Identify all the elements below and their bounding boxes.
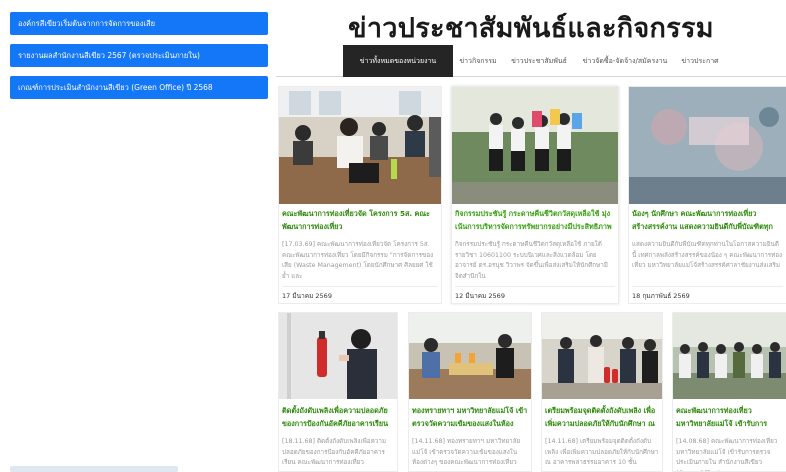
news-card-divider xyxy=(632,286,783,287)
news-card-divider xyxy=(455,286,615,287)
news-card-date: 18 กุมภาพันธ์ 2569 xyxy=(632,292,690,300)
news-card-excerpt: [14.11.68] เตรียมพร้อมจุดติดตั้งถังดับเพ… xyxy=(545,438,659,466)
tab-announcement-news[interactable]: ข่าวประกาศ xyxy=(675,45,725,77)
news-card-photo[interactable] xyxy=(673,313,786,399)
news-card-title[interactable]: คณะพัฒนาการท่องเที่ยวจัด โครงการ 5ส. คณะ… xyxy=(282,208,438,234)
sidebar-link-green-office-report-2567[interactable]: รายงานผลสำนักงานสีเขียว 2567 (ตรวจประเมิ… xyxy=(10,44,268,67)
news-card[interactable]: คณะพัฒนาการท่องเที่ยว มหาวิทยาลัยแม่โจ้ … xyxy=(672,312,786,472)
tab-pr-news[interactable]: ข่าวประชาสัมพันธ์ xyxy=(503,45,575,77)
sidebar-link-waste-management[interactable]: องค์กรสีเขียวเริ่มต้นจากการจัดการของเสีย xyxy=(10,12,268,35)
news-card-title[interactable]: เตรียมพร้อมจุดติดตั้งถังดับเพลิง เพื่อเพ… xyxy=(545,405,659,431)
news-card-excerpt: แสดงความยินดีกับพี่บัณฑิตทุกท่านในโอกาสค… xyxy=(632,241,783,269)
news-card-photo[interactable] xyxy=(279,87,441,204)
news-card[interactable]: ติดตั้งถังดับเพลิงเพื่อความปลอดภัยของการ… xyxy=(278,312,398,472)
news-card-excerpt: [14.11.68] ทองทรายทาฯ มหาวิทยาลัยแม่โจ้ … xyxy=(412,438,521,466)
news-card-title[interactable]: น้องๆ นักศึกษา คณะพัฒนาการท่องเที่ยว สร้… xyxy=(632,208,783,234)
news-card[interactable]: กิจกรรมประชันรู้ กระดาษคืนชีวิตกวัสดุเหล… xyxy=(451,86,619,304)
news-card-excerpt: [17.03.69] คณะพัฒนาการท่องเที่ยวจัด โครง… xyxy=(282,241,434,280)
tab-activity-news[interactable]: ข่าวกิจกรรม xyxy=(453,45,503,77)
news-card[interactable]: เตรียมพร้อมจุดติดตั้งถังดับเพลิง เพื่อเพ… xyxy=(541,312,663,472)
news-tab-bar: ข่าวทั้งหมดของหน่วยงาน ข่าวกิจกรรม ข่าวป… xyxy=(276,45,786,77)
sidebar-bottom-banner[interactable] xyxy=(10,466,178,472)
news-card-title[interactable]: ทองทรายทาฯ มหาวิทยาลัยแม่โจ้ เข้าตรวจวัด… xyxy=(412,405,528,431)
news-card-date: 17 มีนาคม 2569 xyxy=(282,292,332,300)
tab-all-news[interactable]: ข่าวทั้งหมดของหน่วยงาน xyxy=(343,45,453,77)
news-card-photo[interactable] xyxy=(542,313,662,399)
news-card-photo[interactable] xyxy=(452,87,618,204)
news-card-photo[interactable] xyxy=(629,87,786,204)
news-card-divider xyxy=(282,286,438,287)
news-card[interactable]: น้องๆ นักศึกษา คณะพัฒนาการท่องเที่ยว สร้… xyxy=(628,86,786,304)
news-card-title[interactable]: ติดตั้งถังดับเพลิงเพื่อความปลอดภัยของการ… xyxy=(282,405,394,431)
news-card-excerpt: [18.11.68] ติดตั้งถังดับเพลิงเพื่อความปล… xyxy=(282,438,387,466)
news-card-title[interactable]: กิจกรรมประชันรู้ กระดาษคืนชีวิตกวัสดุเหล… xyxy=(455,208,615,234)
page-title: ข่าวประชาสัมพันธ์และกิจกรรม xyxy=(348,13,714,44)
tab-procurement-news[interactable]: ข่าวจัดซื้อ-จัดจ้าง/สมัครงาน xyxy=(575,45,675,77)
news-card-photo[interactable] xyxy=(409,313,531,399)
news-card[interactable]: คณะพัฒนาการท่องเที่ยวจัด โครงการ 5ส. คณะ… xyxy=(278,86,442,304)
news-card-excerpt: กิจกรรมประชันรู้ กระดาษคืนชีวิตกวัสดุเหล… xyxy=(455,241,608,280)
news-card-date: 12 มีนาคม 2569 xyxy=(455,292,505,300)
sidebar-link-green-office-criteria-2568[interactable]: เกณฑ์การประเมินสำนักงานสีเขียว (Green Of… xyxy=(10,76,268,99)
news-card-photo[interactable] xyxy=(279,313,397,399)
news-card-title[interactable]: คณะพัฒนาการท่องเที่ยว มหาวิทยาลัยแม่โจ้ … xyxy=(676,405,783,431)
news-card[interactable]: ทองทรายทาฯ มหาวิทยาลัยแม่โจ้ เข้าตรวจวัด… xyxy=(408,312,532,472)
news-card-excerpt: [14.08.68] คณะพัฒนาการท่องเที่ยว มหาวิทย… xyxy=(676,438,778,471)
